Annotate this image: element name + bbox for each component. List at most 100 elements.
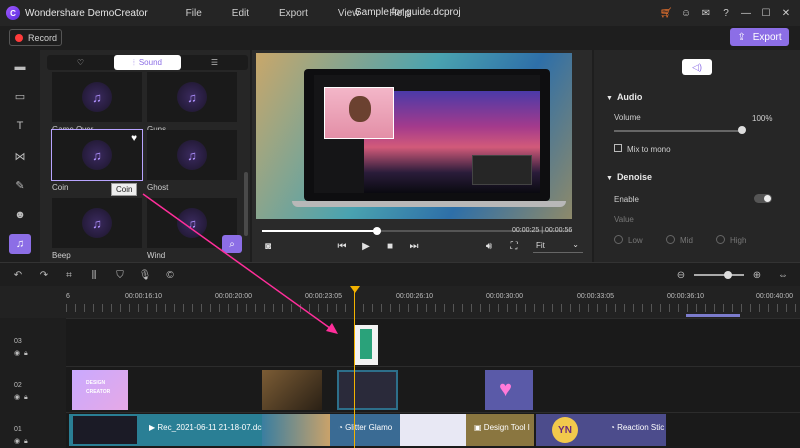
copyright-icon[interactable]: © bbox=[163, 268, 177, 282]
sound-item-beep[interactable]: ♫ Beep bbox=[52, 198, 142, 260]
playhead-handle[interactable] bbox=[350, 286, 360, 293]
help-icon[interactable]: ? bbox=[716, 4, 736, 22]
menu-file[interactable]: File bbox=[186, 8, 202, 19]
user-icon[interactable]: ☺ bbox=[676, 4, 696, 22]
library-scrollbar[interactable] bbox=[244, 172, 248, 236]
folder-icon[interactable]: ▬ bbox=[11, 58, 29, 76]
zoom-slider-knob[interactable] bbox=[724, 271, 732, 279]
sticker-icon[interactable]: ☻ bbox=[11, 206, 29, 224]
clip-heart-sticker[interactable]: ♥ bbox=[485, 370, 533, 410]
zoom-in-icon[interactable]: ⊕ bbox=[750, 268, 764, 282]
volume-slider[interactable] bbox=[614, 130, 742, 132]
collapse-triangle-icon: ▼ bbox=[606, 95, 613, 102]
marker-icon[interactable]: ⛉ bbox=[113, 268, 127, 282]
progress-knob[interactable] bbox=[372, 227, 381, 235]
fit-timeline-icon[interactable]: ⇔ bbox=[776, 268, 790, 282]
speaker-icon: ◁) bbox=[692, 61, 702, 72]
track-number: 01 bbox=[14, 426, 22, 433]
waveform-icon: ⦙ bbox=[133, 57, 135, 67]
annotation-icon[interactable]: T bbox=[11, 117, 29, 135]
denoise-section-header[interactable]: ▼ Denoise bbox=[606, 172, 652, 182]
crop-icon[interactable]: ⌗ bbox=[62, 268, 76, 282]
radio-mid[interactable] bbox=[666, 235, 675, 244]
menu-edit[interactable]: Edit bbox=[232, 8, 249, 19]
mix-to-mono-checkbox[interactable] bbox=[614, 144, 622, 152]
radio-high[interactable] bbox=[716, 235, 725, 244]
record-button[interactable]: Record bbox=[9, 29, 62, 46]
audio-heading: Audio bbox=[616, 92, 643, 102]
ruler-range-marker[interactable] bbox=[686, 314, 740, 317]
track-02[interactable]: DESIGN CREATOR ♥ bbox=[66, 366, 800, 412]
undo-icon[interactable]: ↶ bbox=[11, 268, 25, 282]
heart-icon[interactable]: ♥ bbox=[131, 133, 137, 144]
clip-sticker-food[interactable] bbox=[262, 370, 322, 410]
transition-icon[interactable]: ⋈ bbox=[11, 147, 29, 165]
playhead-line[interactable] bbox=[354, 286, 355, 448]
export-button[interactable]: ⇪ Export bbox=[730, 28, 789, 46]
track-header-01: 01 ◉ 🔒︎ bbox=[0, 412, 66, 448]
clip-rec-recording[interactable]: ▶ Rec_2021-06-11 21-18-07.dcrc bbox=[69, 414, 262, 446]
radio-low[interactable] bbox=[614, 235, 623, 244]
redo-icon[interactable]: ↷ bbox=[37, 268, 51, 282]
tab-list[interactable]: ☰ bbox=[181, 55, 248, 70]
maximize-icon[interactable]: ☐ bbox=[756, 4, 776, 22]
app-name: Wondershare DemoCreator bbox=[25, 7, 148, 19]
mix-to-mono-label: Mix to mono bbox=[627, 145, 671, 154]
eye-icon[interactable]: ◉ bbox=[14, 350, 20, 357]
close-icon[interactable]: ✕ bbox=[776, 4, 796, 22]
sound-name: Ghost bbox=[147, 183, 169, 192]
denoise-toggle[interactable] bbox=[754, 194, 772, 203]
search-button[interactable]: ⌕ bbox=[222, 235, 242, 253]
time-separator: | bbox=[541, 227, 544, 234]
zoom-out-icon[interactable]: ⊖ bbox=[674, 268, 688, 282]
effects-icon[interactable]: ✎ bbox=[11, 176, 29, 194]
volume-icon[interactable]: 🔊︎ bbox=[481, 239, 497, 253]
progress-fill bbox=[262, 230, 377, 232]
sound-icon[interactable]: ♫ bbox=[9, 234, 31, 254]
clip-design-creator[interactable]: DESIGN CREATOR bbox=[72, 370, 128, 410]
microphone-icon[interactable]: 🎙︎ bbox=[138, 268, 152, 282]
sound-item-game-over[interactable]: ♫ Game Over bbox=[52, 72, 142, 134]
mail-icon[interactable]: ✉ bbox=[696, 4, 716, 22]
audio-section-header[interactable]: ▼ Audio bbox=[606, 92, 642, 102]
eye-icon[interactable]: ◉ bbox=[14, 438, 20, 445]
track-03[interactable] bbox=[66, 318, 800, 366]
zoom-slider[interactable] bbox=[694, 274, 744, 276]
clip-screen-recording[interactable] bbox=[337, 370, 398, 410]
tab-sound[interactable]: ⦙ Sound bbox=[114, 55, 181, 70]
cart-icon[interactable]: 🛒︎ bbox=[656, 4, 676, 22]
menu-export[interactable]: Export bbox=[279, 8, 308, 19]
fullscreen-icon[interactable]: ⛶ bbox=[506, 239, 522, 253]
volume-slider-knob[interactable] bbox=[738, 126, 746, 134]
clip-reaction-sticker[interactable]: YN ◔ Reaction Stic bbox=[536, 414, 666, 446]
next-frame-icon[interactable]: ⏭ bbox=[406, 239, 422, 253]
sound-item-guns[interactable]: ♫ Guns bbox=[147, 72, 237, 134]
clip-glitter[interactable]: ◔ Glitter Glamo bbox=[330, 414, 400, 446]
timeline-ruler[interactable]: 6 00:00:16:10 00:00:20:00 00:00:23:05 00… bbox=[0, 286, 800, 318]
track-01[interactable]: ▶ Rec_2021-06-11 21-18-07.dcrc ◔ Glitter… bbox=[66, 412, 800, 448]
clip-label: ▣ Design Tool I bbox=[474, 423, 530, 432]
track-number: 03 bbox=[14, 338, 22, 345]
clip-transition[interactable] bbox=[262, 414, 330, 446]
radio-high-label: High bbox=[730, 236, 747, 245]
stop-icon[interactable]: ■ bbox=[382, 239, 398, 253]
export-label: Export bbox=[752, 31, 782, 43]
sound-item-ghost[interactable]: ♫ Ghost bbox=[147, 130, 237, 192]
lock-icon[interactable]: 🔒︎ bbox=[24, 438, 28, 445]
prev-frame-icon[interactable]: ⏮ bbox=[334, 239, 350, 253]
screenshot-icon[interactable]: ◙ bbox=[260, 239, 276, 253]
fit-select[interactable]: Fit ⌄ bbox=[533, 238, 583, 253]
sound-clip-coin[interactable] bbox=[354, 325, 378, 365]
tab-favorites[interactable]: ♡ bbox=[47, 55, 114, 70]
split-icon[interactable]: ⫼ bbox=[87, 268, 101, 282]
preview-canvas[interactable] bbox=[256, 53, 572, 219]
play-icon[interactable]: ▶ bbox=[358, 239, 374, 253]
clip-design-tool-thumb[interactable] bbox=[400, 414, 466, 446]
clip-design-tool[interactable]: ▣ Design Tool I bbox=[466, 414, 534, 446]
eye-icon[interactable]: ◉ bbox=[14, 394, 20, 401]
lock-icon[interactable]: 🔒︎ bbox=[24, 350, 28, 357]
captions-icon[interactable]: ▭ bbox=[11, 87, 29, 105]
audio-properties-tab[interactable]: ◁) bbox=[682, 59, 712, 75]
minimize-icon[interactable]: — bbox=[736, 4, 756, 22]
lock-icon[interactable]: 🔒︎ bbox=[24, 394, 28, 401]
